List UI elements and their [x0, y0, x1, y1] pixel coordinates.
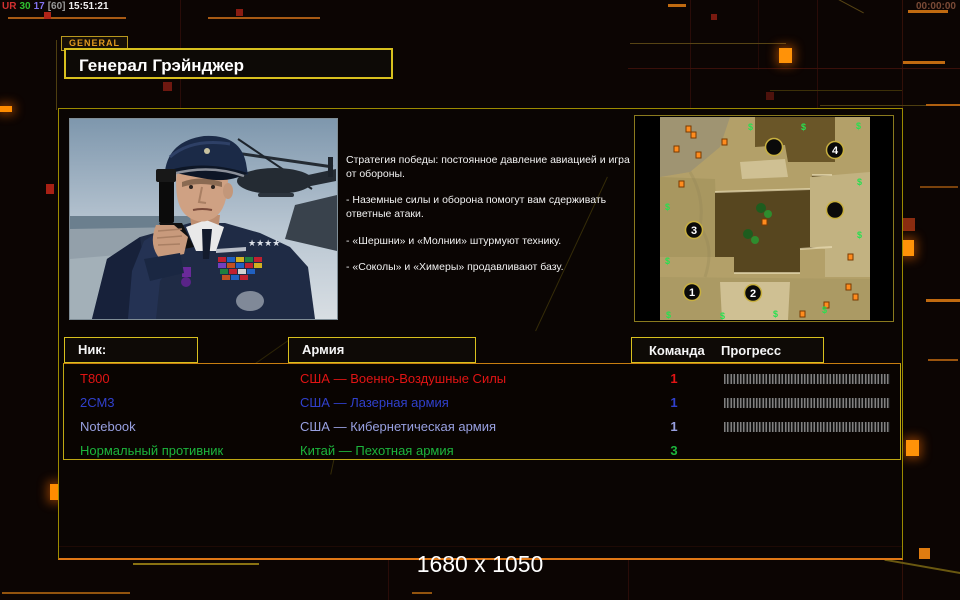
circuit-line	[8, 17, 126, 19]
column-header-team: Команда	[649, 343, 705, 358]
svg-text:$: $	[666, 310, 671, 320]
circuit-line	[133, 563, 259, 565]
circuit-line	[926, 104, 960, 106]
circuit-line	[208, 17, 320, 19]
circuit-line	[903, 61, 945, 64]
shoulder-stars: ★★★★	[248, 238, 280, 248]
strategy-paragraph: - Наземные силы и оборона помогут вам сд…	[346, 194, 607, 220]
player-team: 1	[670, 395, 678, 410]
player-army: США — Военно-Воздушные Силы	[300, 371, 507, 386]
fps-time: 15:51:21	[68, 1, 109, 12]
general-portrait: ★★★★	[69, 118, 338, 320]
minimap-image: $ $ $ $ $ $ $ $ $ $ $ 1 2 3 4	[660, 117, 870, 320]
circuit-line	[926, 299, 960, 302]
loading-progress-bar	[724, 374, 890, 384]
svg-text:$: $	[822, 305, 827, 315]
loading-progress-bar	[724, 422, 890, 432]
fps-value-1: 30	[19, 1, 31, 12]
strategy-paragraph: Стратегия победы: постоянное давление ав…	[346, 154, 630, 180]
player-list: T800 США — Военно-Воздушные Силы 1 2СМ3 …	[63, 363, 901, 460]
circuit-line	[630, 43, 786, 44]
circuit-line	[412, 592, 432, 594]
svg-text:$: $	[773, 309, 778, 319]
circuit-square	[902, 218, 915, 231]
circuit-square	[44, 12, 51, 19]
player-row: Нормальный противник Китай — Пехотная ар…	[64, 439, 900, 463]
start-position-2: 2	[750, 288, 756, 300]
start-position-4: 4	[832, 145, 839, 157]
player-team: 3	[670, 443, 678, 458]
fps-value-3: [60]	[47, 1, 66, 12]
circuit-line	[920, 186, 958, 188]
circuit-square	[919, 548, 930, 559]
start-position-3: 3	[691, 225, 697, 237]
circuit-line	[388, 558, 389, 600]
column-header-team-progress: Команда Прогресс	[631, 337, 824, 363]
circuit-line	[59, 546, 902, 547]
start-position-1: 1	[689, 287, 695, 299]
player-nick: Notebook	[80, 419, 136, 434]
circuit-line	[690, 0, 691, 108]
svg-text:$: $	[857, 230, 862, 240]
circuit-line	[2, 592, 130, 594]
circuit-square	[163, 82, 172, 91]
fps-value-2: 17	[33, 1, 45, 12]
loading-screen: UR 30 17 [60] 15:51:21 00:00:00 GENERAL Гене…	[0, 0, 960, 600]
circuit-line	[770, 90, 902, 91]
player-team: 1	[670, 419, 678, 434]
main-panel: ★★★★ Стратегия победы: постоянное давлен…	[58, 108, 903, 560]
circuit-square	[766, 92, 774, 100]
svg-text:$: $	[748, 122, 753, 132]
circuit-square	[711, 14, 717, 20]
circuit-line	[884, 558, 960, 576]
circuit-line	[668, 4, 686, 7]
svg-text:$: $	[665, 256, 670, 266]
circuit-line	[928, 359, 958, 361]
strategy-paragraph: - «Шершни» и «Молнии» штурмуют технику.	[346, 234, 562, 247]
session-timer: 00:00:00	[915, 1, 956, 12]
circuit-line	[817, 0, 818, 108]
column-header-progress: Прогресс	[721, 343, 782, 358]
player-nick: Нормальный противник	[80, 443, 224, 458]
circuit-square	[779, 48, 792, 63]
fps-counter: UR 30 17 [60] 15:51:21	[2, 1, 112, 12]
svg-text:$: $	[801, 122, 806, 132]
player-nick: 2СМ3	[80, 395, 115, 410]
strategy-text: Стратегия победы: постоянное давление ав…	[346, 154, 638, 288]
loading-progress-bar	[724, 398, 890, 408]
circuit-square	[46, 184, 54, 194]
svg-text:$: $	[856, 121, 861, 131]
circuit-line	[56, 40, 57, 110]
svg-text:$: $	[720, 311, 725, 320]
player-nick: T800	[80, 371, 110, 386]
fps-label: UR	[2, 1, 17, 12]
player-row: Notebook США — Кибернетическая армия 1	[64, 415, 900, 439]
circuit-line	[628, 68, 960, 69]
player-army: Китай — Пехотная армия	[300, 443, 454, 458]
circuit-square	[236, 9, 243, 16]
column-header-nick: Ник:	[64, 337, 198, 363]
player-army: США — Лазерная армия	[300, 395, 449, 410]
circuit-line	[828, 0, 864, 14]
player-row: T800 США — Военно-Воздушные Силы 1	[64, 367, 900, 391]
player-row: 2СМ3 США — Лазерная армия 1	[64, 391, 900, 415]
portrait-image: ★★★★	[70, 119, 337, 319]
circuit-square	[906, 440, 919, 456]
svg-text:$: $	[857, 177, 862, 187]
circuit-line	[628, 558, 629, 600]
resolution-label: 1680 x 1050	[416, 551, 544, 577]
player-army: США — Кибернетическая армия	[300, 419, 497, 434]
circuit-line	[758, 0, 759, 70]
column-header-army: Армия	[288, 337, 476, 363]
strategy-paragraph: - «Соколы» и «Химеры» продавливают базу.	[346, 261, 564, 274]
minimap: $ $ $ $ $ $ $ $ $ $ $ 1 2 3 4	[634, 115, 894, 322]
circuit-square	[0, 106, 12, 112]
player-team: 1	[670, 371, 678, 386]
page-title: Генерал Грэйнджер	[64, 48, 393, 79]
svg-text:$: $	[665, 202, 670, 212]
